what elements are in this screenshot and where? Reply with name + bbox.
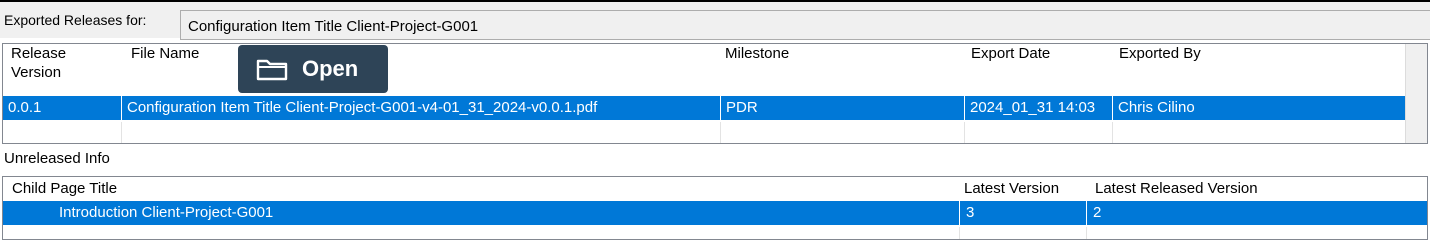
grid-line	[964, 122, 965, 143]
cell-milestone: PDR	[726, 99, 758, 116]
grid-line	[121, 122, 122, 143]
cell-exported-by: Chris Cilino	[1118, 99, 1195, 116]
column-header-exported-by[interactable]: Exported By	[1119, 44, 1201, 94]
column-header-release-version[interactable]: Release Version	[11, 44, 66, 94]
unreleased-info-label: Unreleased Info	[4, 150, 110, 167]
grid-line	[1086, 227, 1087, 239]
cell-release-version: 0.0.1	[8, 99, 42, 116]
exported-releases-label: Exported Releases for:	[4, 12, 147, 28]
table-row[interactable]: Introduction Client-Project-G001 3 2	[3, 201, 1427, 225]
column-header-milestone[interactable]: Milestone	[725, 44, 789, 94]
cell-file-name: Configuration Item Title Client-Project-…	[127, 99, 598, 116]
open-button-label: Open	[302, 56, 359, 81]
open-button[interactable]: Open	[238, 45, 388, 93]
folder-icon	[256, 59, 288, 81]
cell-latest-released-version: 2	[1093, 204, 1102, 221]
exported-releases-table[interactable]: Release Version File Name Milestone Expo…	[2, 43, 1428, 144]
vertical-scrollbar[interactable]	[1405, 44, 1427, 143]
table-row[interactable]: 0.0.1 Configuration Item Title Client-Pr…	[3, 96, 1405, 120]
column-header-file-name[interactable]: File Name	[131, 44, 199, 94]
grid-line	[720, 122, 721, 143]
column-header-latest-released-version[interactable]: Latest Released Version	[1095, 178, 1258, 200]
item-title-field[interactable]: Configuration Item Title Client-Project-…	[180, 10, 1430, 40]
grid-line	[1112, 122, 1113, 143]
grid-line	[959, 227, 960, 239]
column-header-child-page-title[interactable]: Child Page Title	[12, 178, 117, 200]
cell-latest-version: 3	[966, 204, 975, 221]
unreleased-info-table[interactable]: Child Page Title Latest Version Latest R…	[2, 176, 1428, 240]
column-header-latest-version[interactable]: Latest Version	[964, 178, 1059, 200]
cell-child-page-title: Introduction Client-Project-G001	[59, 204, 274, 221]
column-header-export-date[interactable]: Export Date	[971, 44, 1050, 94]
exported-releases-bar: Exported Releases for: Configuration Ite…	[0, 0, 1430, 40]
cell-export-date: 2024_01_31 14:03	[970, 99, 1096, 116]
